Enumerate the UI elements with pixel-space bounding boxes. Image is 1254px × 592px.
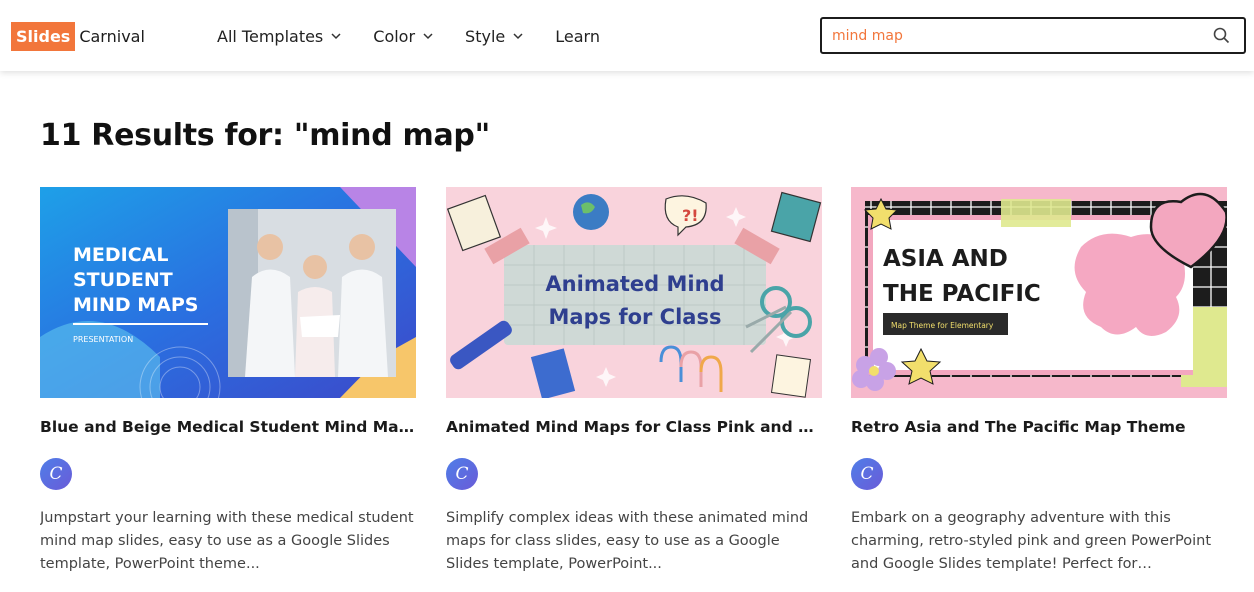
template-card[interactable]: ASIA AND THE PACIFIC Map Theme for Eleme… [851, 187, 1227, 576]
thumb-subheading: PRESENTATION [73, 335, 133, 344]
author-avatar[interactable]: C [851, 458, 883, 490]
results-title: 11 Results for: "mind map" [40, 118, 490, 153]
chevron-down-icon [513, 33, 523, 40]
chevron-down-icon [331, 33, 341, 40]
thumb-heading-line: STUDENT [73, 269, 173, 291]
card-title[interactable]: Animated Mind Maps for Class Pink and Bl… [446, 418, 822, 436]
nav-style[interactable]: Style [465, 24, 525, 48]
site-header: Slides Carnival All Templates Color Styl… [0, 0, 1254, 71]
svg-text:?!: ?! [682, 206, 699, 225]
thumb-heading-line: MEDICAL [73, 244, 168, 266]
nav-label: All Templates [217, 26, 324, 46]
thumbnail-image: ASIA AND THE PACIFIC Map Theme for Eleme… [851, 187, 1227, 398]
card-title[interactable]: Retro Asia and The Pacific Map Theme [851, 418, 1227, 436]
template-card[interactable]: Animated Mind Maps for Class ?! Animated… [446, 187, 822, 576]
search-icon[interactable] [1213, 27, 1230, 44]
card-title[interactable]: Blue and Beige Medical Student Mind Maps… [40, 418, 416, 436]
main-nav: All Templates Color Style Learn [217, 24, 630, 48]
card-description: Jumpstart your learning with these medic… [40, 510, 414, 572]
nav-label: Style [465, 26, 506, 46]
search-input[interactable] [832, 26, 1192, 46]
search-box [820, 17, 1246, 54]
card-description: Embark on a geography adventure with thi… [851, 510, 1212, 572]
thumb-heading-line: Maps for Class [549, 305, 722, 329]
thumb-heading-line: THE PACIFIC [883, 281, 1041, 307]
card-thumbnail[interactable]: MEDICAL STUDENT MIND MAPS PRESENTATION [40, 187, 416, 398]
author-avatar[interactable]: C [40, 458, 72, 490]
site-logo[interactable]: Slides Carnival [11, 22, 145, 51]
chevron-down-icon [423, 33, 433, 40]
card-thumbnail[interactable]: ASIA AND THE PACIFIC Map Theme for Eleme… [851, 187, 1227, 398]
thumb-heading-line: ASIA AND [883, 246, 1008, 272]
nav-label: Learn [555, 26, 600, 46]
thumbnail-image: Animated Mind Maps for Class ?! [446, 187, 822, 398]
nav-learn[interactable]: Learn [555, 24, 600, 48]
thumb-heading-line: MIND MAPS [73, 294, 199, 316]
author-avatar[interactable]: C [446, 458, 478, 490]
thumb-subheading: Map Theme for Elementary [891, 321, 994, 330]
thumbnail-image: MEDICAL STUDENT MIND MAPS PRESENTATION [40, 187, 416, 398]
template-card[interactable]: MEDICAL STUDENT MIND MAPS PRESENTATION B… [40, 187, 416, 576]
nav-label: Color [373, 26, 416, 46]
nav-color[interactable]: Color [373, 24, 435, 48]
nav-all-templates[interactable]: All Templates [217, 24, 343, 48]
card-thumbnail[interactable]: Animated Mind Maps for Class ?! [446, 187, 822, 398]
thumb-heading-line: Animated Mind [545, 272, 724, 296]
logo-slides: Slides [11, 22, 76, 51]
logo-carnival: Carnival [79, 27, 145, 46]
card-description: Simplify complex ideas with these animat… [446, 510, 809, 572]
